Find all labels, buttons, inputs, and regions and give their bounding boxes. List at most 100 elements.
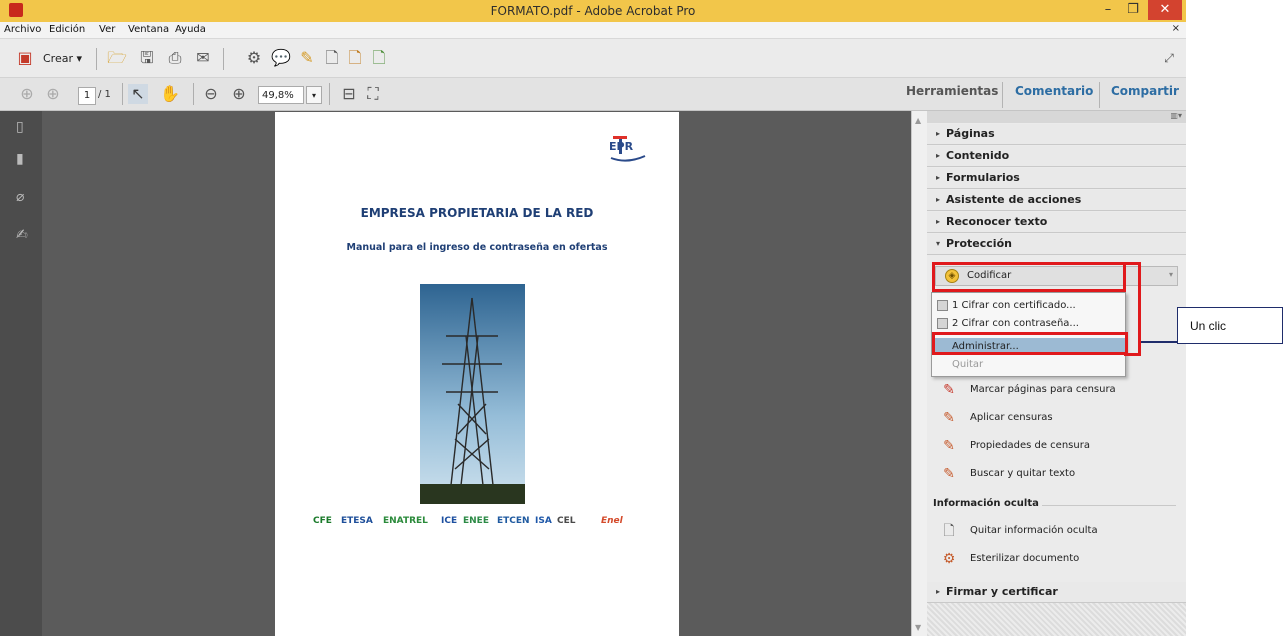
signature-icon[interactable]: ✍ xyxy=(16,227,30,243)
export-icon[interactable]: 🗋 xyxy=(345,48,365,68)
document-heading: EMPRESA PROPIETARIA DE LA RED xyxy=(360,206,594,220)
tab-divider xyxy=(1099,82,1100,108)
menu-item-label: 1 Cifrar con certificado... xyxy=(952,300,1076,311)
tab-divider xyxy=(1002,82,1003,108)
highlight-icon[interactable]: ✎ xyxy=(297,48,317,68)
toolbar-divider xyxy=(329,83,330,105)
section-label: Reconocer texto xyxy=(946,215,1048,228)
zoom-dropdown-arrow[interactable]: ▾ xyxy=(306,86,322,104)
create-button[interactable]: Crear ▾ xyxy=(43,52,82,65)
menu-cifrar-certificado[interactable]: 1 Cifrar con certificado... xyxy=(932,297,1125,314)
section-label: Páginas xyxy=(946,127,995,140)
zoom-input[interactable]: 49,8% xyxy=(258,86,304,104)
tool-label: Marcar páginas para censura xyxy=(970,384,1116,395)
email-icon[interactable]: ✉ xyxy=(193,48,213,68)
full-screen-icon[interactable]: ⛶ xyxy=(363,84,383,104)
chevron-down-icon: ▾ xyxy=(1168,270,1173,279)
hidden-info-header: Información oculta xyxy=(933,498,1039,509)
partner-logo: ICE xyxy=(441,516,458,526)
panel-header: ▥▾ xyxy=(927,111,1186,123)
section-label: Protección xyxy=(946,237,1012,250)
section-contenido[interactable]: ▸ Contenido xyxy=(927,146,1186,167)
panel-options-icon[interactable]: ▥▾ xyxy=(1170,111,1182,120)
tool-label: Quitar información oculta xyxy=(970,525,1098,536)
chevron-down-icon: ▾ xyxy=(76,52,83,65)
minimize-button[interactable]: – xyxy=(1095,0,1121,20)
open-folder-icon[interactable]: 🗁 xyxy=(107,48,127,68)
collapse-arrow-icon: ▾ xyxy=(936,239,941,248)
toolbar-divider xyxy=(122,83,123,105)
menu-item-label: 2 Cifrar con contraseña... xyxy=(952,318,1079,329)
partner-logo: ISA xyxy=(535,516,552,526)
partner-logos: CFE ETESA ENATREL ICE ENEE ETCEN ISA CEL… xyxy=(313,516,633,536)
comment-icon[interactable]: 💬 xyxy=(271,48,291,68)
section-label: Firmar y certificar xyxy=(946,585,1058,598)
callout-line xyxy=(1141,341,1177,343)
combine-icon[interactable]: 🗋 xyxy=(369,48,389,68)
menu-item-label: Quitar xyxy=(952,359,984,370)
save-icon[interactable]: 🖫 xyxy=(137,48,157,68)
page-thumbnails-icon[interactable]: ▯ xyxy=(16,119,30,135)
title-bar: FORMATO.pdf - Adobe Acrobat Pro – ❐ ✕ xyxy=(0,0,1186,22)
fit-page-icon[interactable]: ⊟ xyxy=(339,84,359,104)
expand-icon[interactable]: ⤢ xyxy=(1159,48,1179,68)
menu-ayuda[interactable]: Ayuda xyxy=(175,24,206,35)
expand-arrow-icon: ▸ xyxy=(936,173,941,182)
hand-tool-icon[interactable]: ✋ xyxy=(160,84,180,104)
divider xyxy=(1042,505,1176,506)
menu-archivo[interactable]: Archivo xyxy=(4,24,41,35)
section-label: Asistente de acciones xyxy=(946,193,1082,206)
scroll-down-icon[interactable]: ▼ xyxy=(915,623,921,632)
zoom-in-icon[interactable]: ⊕ xyxy=(229,84,249,104)
close-button[interactable]: ✕ xyxy=(1148,0,1182,20)
menu-edicion[interactable]: Edición xyxy=(49,24,85,35)
section-label: Contenido xyxy=(946,149,1010,162)
zoom-out-icon[interactable]: ⊖ xyxy=(201,84,221,104)
section-reconocer-texto[interactable]: ▸ Reconocer texto xyxy=(927,212,1186,233)
menu-ver[interactable]: Ver xyxy=(99,24,115,35)
section-proteccion[interactable]: ▾ Protección xyxy=(927,234,1186,255)
page-number-input[interactable]: 1 xyxy=(78,87,96,105)
panel-footer xyxy=(927,603,1186,636)
create-label: Crear xyxy=(43,52,73,65)
maximize-button[interactable]: ❐ xyxy=(1121,0,1145,20)
section-firmar-certificar[interactable]: ▸ Firmar y certificar xyxy=(927,582,1186,603)
tool-label: Esterilizar documento xyxy=(970,553,1080,564)
menu-ventana[interactable]: Ventana xyxy=(128,24,169,35)
partner-logo: CFE xyxy=(313,516,332,526)
vertical-scrollbar[interactable]: ▲ ▼ xyxy=(911,111,928,636)
password-icon xyxy=(937,318,948,329)
close-document-button[interactable]: × xyxy=(1172,23,1180,34)
print-icon[interactable]: ⎙ xyxy=(165,48,185,68)
scroll-up-icon[interactable]: ▲ xyxy=(915,116,921,125)
tab-compartir[interactable]: Compartir xyxy=(1111,84,1179,98)
menu-cifrar-contrasena[interactable]: 2 Cifrar con contraseña... xyxy=(932,315,1125,332)
section-formularios[interactable]: ▸ Formularios xyxy=(927,168,1186,189)
select-cursor-icon[interactable]: ↖ xyxy=(128,84,148,104)
document-icon[interactable]: 🗋 xyxy=(322,48,342,68)
expand-arrow-icon: ▸ xyxy=(936,195,941,204)
sanitize-icon: ⚙ xyxy=(942,551,956,567)
bookmark-icon[interactable]: ▮ xyxy=(16,151,30,167)
tool-label: Propiedades de censura xyxy=(970,440,1090,451)
expand-arrow-icon: ▸ xyxy=(936,587,941,596)
callout-box: Un clic xyxy=(1177,307,1283,344)
toolbar-divider xyxy=(223,48,224,70)
partner-logo: ENEE xyxy=(463,516,489,526)
document-subheading: Manual para el ingreso de contraseña en … xyxy=(346,242,608,253)
tab-herramientas[interactable]: Herramientas xyxy=(906,84,998,98)
previous-page-icon[interactable]: ⊕ xyxy=(17,84,37,104)
section-asistente-acciones[interactable]: ▸ Asistente de acciones xyxy=(927,190,1186,211)
settings-icon[interactable]: ⚙ xyxy=(244,48,264,68)
marker-icon: ✎ xyxy=(943,382,955,398)
expand-arrow-icon: ▸ xyxy=(936,151,941,160)
partner-logo: ENATREL xyxy=(383,516,428,526)
section-paginas[interactable]: ▸ Páginas xyxy=(927,124,1186,145)
search-remove-icon: ✎ xyxy=(943,466,955,482)
tool-label: Aplicar censuras xyxy=(970,412,1053,423)
redaction-properties-icon: ✎ xyxy=(943,438,955,454)
create-pdf-icon[interactable]: ▣ xyxy=(15,48,35,68)
attachment-icon[interactable]: ⌀ xyxy=(16,189,30,205)
next-page-icon[interactable]: ⊕ xyxy=(43,84,63,104)
tab-comentario[interactable]: Comentario xyxy=(1015,84,1093,98)
